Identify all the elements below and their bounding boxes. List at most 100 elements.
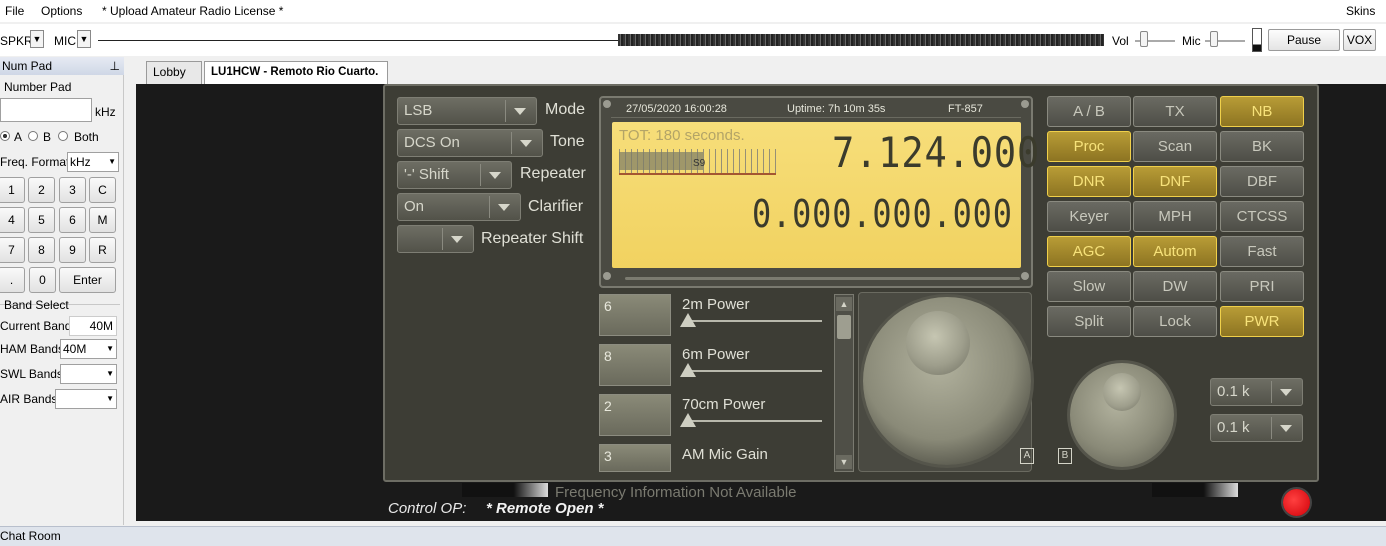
memory-slot[interactable]: 2 [599, 394, 671, 436]
key-enter[interactable]: Enter [59, 267, 116, 293]
knob-b-indicator[interactable]: B [1058, 448, 1072, 464]
key-dot[interactable]: . [0, 267, 25, 293]
record-indicator[interactable] [1283, 489, 1310, 516]
step-b-value: 0.1 k [1217, 419, 1250, 436]
fn-button-nb[interactable]: NB [1220, 96, 1304, 127]
repeater-shift-label: Repeater Shift [481, 230, 584, 247]
memory-slot[interactable]: 3 [599, 444, 671, 472]
fn-button-ctcss[interactable]: CTCSS [1220, 201, 1304, 232]
fn-button-mph[interactable]: MPH [1133, 201, 1217, 232]
fn-button-autom[interactable]: Autom [1133, 236, 1217, 267]
memory-slot[interactable]: 6 [599, 294, 671, 336]
fn-button-a-b[interactable]: A / B [1047, 96, 1131, 127]
mic-dropdown[interactable]: ▼ [77, 30, 91, 48]
power-slider-thumb[interactable] [680, 363, 696, 377]
chat-room-tab[interactable]: Chat Room [0, 529, 61, 543]
scroll-thumb[interactable] [837, 315, 851, 339]
fn-button-pwr[interactable]: PWR [1220, 306, 1304, 337]
key-r[interactable]: R [89, 237, 116, 263]
key-7[interactable]: 7 [0, 237, 25, 263]
swl-bands-select[interactable]: ▼ [60, 364, 117, 384]
lcd-tot: TOT: 180 seconds. [619, 127, 745, 144]
repeater-shift-select[interactable] [397, 225, 474, 253]
sub-tuning-knob-grip[interactable] [1103, 373, 1141, 411]
memory-slot-number: 8 [604, 348, 612, 364]
pause-button[interactable]: Pause [1268, 29, 1340, 51]
fn-button-pri[interactable]: PRI [1220, 271, 1304, 302]
fn-button-scan[interactable]: Scan [1133, 131, 1217, 162]
spkr-label: SPKR [0, 34, 33, 48]
frequency-input[interactable] [0, 98, 92, 122]
menu-skins[interactable]: Skins [1346, 4, 1375, 18]
fn-button-dnr[interactable]: DNR [1047, 166, 1131, 197]
mode-value: LSB [404, 102, 433, 119]
key-3[interactable]: 3 [59, 177, 86, 203]
freq-format-select[interactable]: kHz ▼ [67, 152, 119, 172]
fn-button-keyer[interactable]: Keyer [1047, 201, 1131, 232]
power-slider[interactable] [686, 420, 822, 422]
key-5[interactable]: 5 [28, 207, 55, 233]
step-select-b[interactable]: 0.1 k [1210, 414, 1303, 442]
key-4[interactable]: 4 [0, 207, 25, 233]
num-pad-title: Num Pad [2, 59, 53, 73]
power-setting-label: AM Mic Gain [682, 446, 768, 463]
spkr-dropdown[interactable]: ▼ [30, 30, 44, 48]
clarifier-select[interactable]: On [397, 193, 521, 221]
menu-upload-license[interactable]: * Upload Amateur Radio License * [102, 4, 283, 18]
lcd-uptime: Uptime: 7h 10m 35s [787, 103, 886, 115]
key-2[interactable]: 2 [28, 177, 55, 203]
fn-button-dnf[interactable]: DNF [1133, 166, 1217, 197]
repeater-select[interactable]: '-' Shift [397, 161, 512, 189]
menu-file[interactable]: File [5, 4, 24, 18]
number-pad-group-label: Number Pad [4, 80, 72, 94]
chevron-down-icon [451, 236, 463, 243]
memory-scrollbar[interactable]: ▲ ▼ [834, 294, 854, 472]
power-slider-thumb[interactable] [680, 313, 696, 327]
scroll-up-icon[interactable]: ▲ [836, 297, 852, 311]
fn-button-bk[interactable]: BK [1220, 131, 1304, 162]
lcd-scroll-track[interactable] [625, 277, 1020, 280]
radio-both-label: Both [74, 130, 99, 144]
menu-options[interactable]: Options [41, 4, 82, 18]
vox-button[interactable]: VOX [1343, 29, 1376, 51]
vol-slider-thumb[interactable] [1140, 31, 1148, 47]
fn-button-tx[interactable]: TX [1133, 96, 1217, 127]
ham-bands-select[interactable]: 40M ▼ [60, 339, 117, 359]
tab-remote-station[interactable]: LU1HCW - Remoto Rio Cuarto. [204, 61, 388, 84]
key-0[interactable]: 0 [29, 267, 56, 293]
key-1[interactable]: 1 [0, 177, 25, 203]
radio-both[interactable] [58, 131, 68, 141]
key-6[interactable]: 6 [59, 207, 86, 233]
power-slider-thumb[interactable] [680, 413, 696, 427]
fn-button-lock[interactable]: Lock [1133, 306, 1217, 337]
fn-button-slow[interactable]: Slow [1047, 271, 1131, 302]
fn-button-split[interactable]: Split [1047, 306, 1131, 337]
fn-button-proc[interactable]: Proc [1047, 131, 1131, 162]
mic-level-meter [1252, 28, 1262, 52]
power-slider[interactable] [686, 320, 822, 322]
main-tuning-knob-grip[interactable] [906, 311, 970, 375]
fn-button-fast[interactable]: Fast [1220, 236, 1304, 267]
step-select-a[interactable]: 0.1 k [1210, 378, 1303, 406]
knob-a-indicator[interactable]: A [1020, 448, 1034, 464]
radio-b[interactable] [28, 131, 38, 141]
tab-lobby[interactable]: Lobby [146, 61, 202, 84]
key-8[interactable]: 8 [28, 237, 55, 263]
radio-a[interactable] [0, 131, 10, 141]
mic-slider-thumb[interactable] [1210, 31, 1218, 47]
freq-format-label: Freq. Format [0, 155, 70, 169]
num-pad-panel: Num Pad ⊥ Number Pad kHz A B Both Freq. … [0, 57, 124, 525]
fn-button-dbf[interactable]: DBF [1220, 166, 1304, 197]
fn-button-agc[interactable]: AGC [1047, 236, 1131, 267]
key-9[interactable]: 9 [59, 237, 86, 263]
scroll-down-icon[interactable]: ▼ [836, 455, 852, 469]
key-c[interactable]: C [89, 177, 116, 203]
memory-slot[interactable]: 8 [599, 344, 671, 386]
key-m[interactable]: M [89, 207, 116, 233]
pin-icon[interactable]: ⊥ [110, 57, 120, 75]
air-bands-select[interactable]: ▼ [55, 389, 117, 409]
power-slider[interactable] [686, 370, 822, 372]
mode-select[interactable]: LSB [397, 97, 537, 125]
fn-button-dw[interactable]: DW [1133, 271, 1217, 302]
tone-select[interactable]: DCS On [397, 129, 543, 157]
